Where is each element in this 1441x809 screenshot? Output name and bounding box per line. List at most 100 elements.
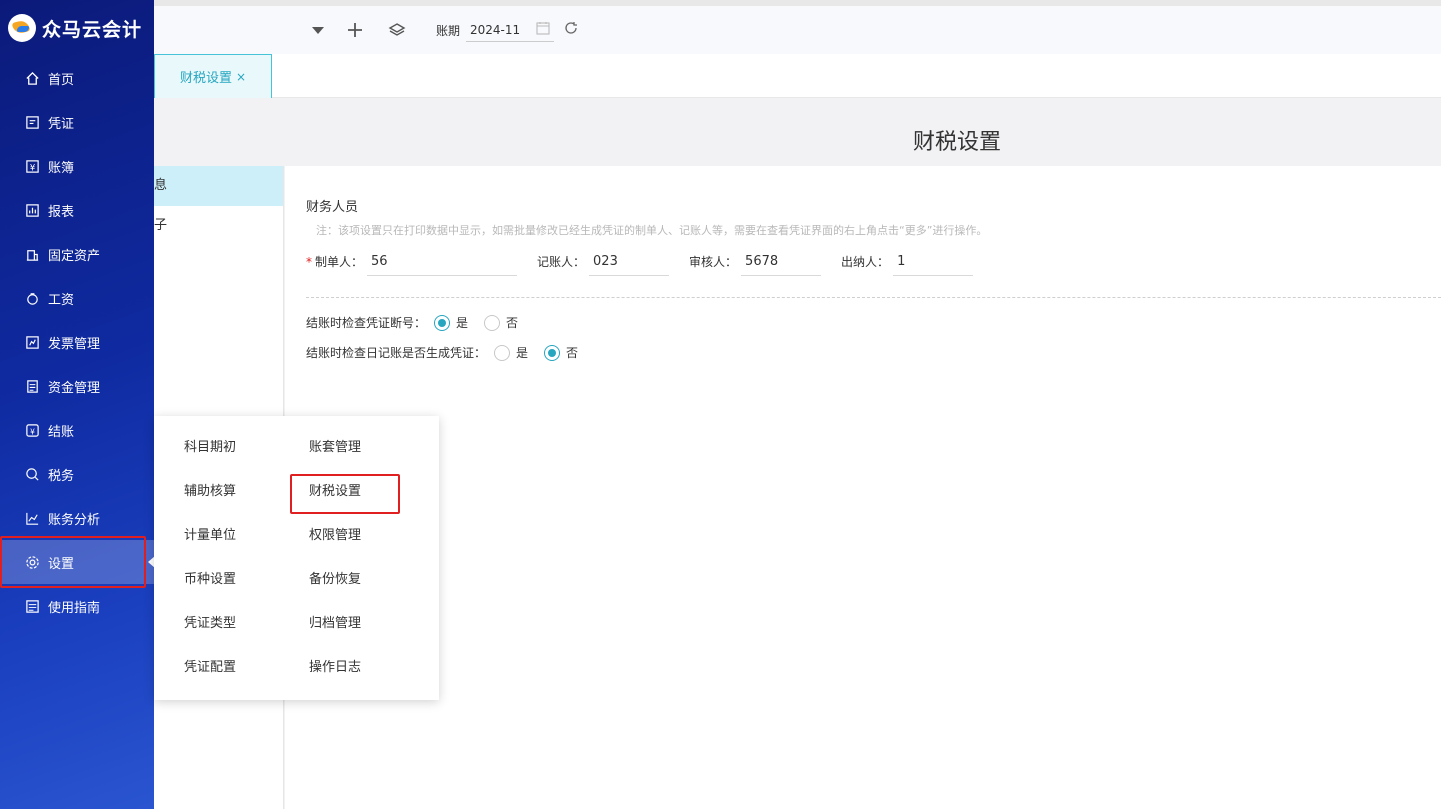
sidebar-item-label: 固定资产 xyxy=(48,248,101,264)
submenu-column-1: 科目期初 辅助核算 计量单位 币种设置 凭证类型 凭证配置 xyxy=(184,426,236,690)
sidebar-item-home[interactable]: 首页 xyxy=(0,56,154,100)
svg-text:¥: ¥ xyxy=(29,162,35,172)
radio-checked-icon xyxy=(544,344,561,361)
svg-text:¥: ¥ xyxy=(30,427,35,436)
sidebar-item-voucher[interactable]: 凭证 xyxy=(0,100,154,144)
sidebar-item-salary[interactable]: 工资 xyxy=(0,276,154,320)
sidebar-item-guide[interactable]: 使用指南 xyxy=(0,584,154,628)
menu-item-voucher-type[interactable]: 凭证类型 xyxy=(184,602,236,646)
bookkeeper-label: 记账人： xyxy=(537,255,586,269)
menu-item-voucher-config[interactable]: 凭证配置 xyxy=(184,646,236,690)
sidebar-item-label: 结账 xyxy=(48,424,75,440)
settings-highlight-box xyxy=(0,536,146,588)
analysis-icon xyxy=(24,510,40,526)
radio-yes[interactable]: 是 xyxy=(434,314,468,331)
menu-item-unit-of-measure[interactable]: 计量单位 xyxy=(184,514,236,558)
ledger-icon: ¥ xyxy=(24,158,40,174)
option-label: 结账时检查日记账是否生成凭证： xyxy=(306,346,487,360)
sidebar-item-label: 发票管理 xyxy=(48,336,101,352)
report-icon xyxy=(24,202,40,218)
sidebar-item-label: 资金管理 xyxy=(48,380,101,396)
maker-input[interactable]: 56 xyxy=(367,250,518,276)
sidebar-item-label: 工资 xyxy=(48,292,75,308)
sidebar-item-ledger[interactable]: ¥ 账簿 xyxy=(0,144,154,188)
menu-item-archive-management[interactable]: 归档管理 xyxy=(309,602,361,646)
account-book-select[interactable] xyxy=(154,6,324,54)
home-icon xyxy=(24,70,40,86)
sidebar-item-label: 凭证 xyxy=(48,116,75,132)
calendar-icon[interactable] xyxy=(536,21,550,38)
sidebar-item-label: 首页 xyxy=(48,72,75,88)
sidebar-item-label: 使用指南 xyxy=(48,600,101,616)
sidebar-item-label: 账簿 xyxy=(48,160,75,176)
settings-submenu: 科目期初 辅助核算 计量单位 币种设置 凭证类型 凭证配置 账套管理 财税设置 … xyxy=(154,416,439,700)
radio-unchecked-icon xyxy=(484,314,501,331)
finance-people-row: * 制单人： 56 记账人： 023 审核人： 5678 出纳人： 1 xyxy=(306,250,993,276)
close-icon[interactable]: × xyxy=(236,70,246,84)
tab-finance-tax-settings[interactable]: 财税设置 × xyxy=(154,54,272,98)
section-divider xyxy=(306,297,1441,298)
guide-icon xyxy=(24,598,40,614)
period-picker[interactable]: 2024-11 xyxy=(466,18,555,42)
logo-icon xyxy=(8,14,36,42)
asset-icon xyxy=(24,246,40,262)
maker-field: * 制单人： 56 xyxy=(306,250,518,276)
radio-no[interactable]: 否 xyxy=(484,314,518,331)
auditor-label: 审核人： xyxy=(689,255,738,269)
invoice-icon xyxy=(24,334,40,350)
menu-item-auxiliary-accounting[interactable]: 辅助核算 xyxy=(184,470,236,514)
auditor-input[interactable]: 5678 xyxy=(741,250,822,276)
auditor-field: 审核人： 5678 xyxy=(689,250,822,276)
finance-tax-highlight-box xyxy=(290,474,400,514)
sidebar-item-analysis[interactable]: 账务分析 xyxy=(0,496,154,540)
left-panel-item[interactable]: 子 xyxy=(154,206,283,246)
left-panel-item[interactable]: 息 xyxy=(154,166,283,206)
add-icon[interactable] xyxy=(344,19,366,41)
sidebar-item-invoice[interactable]: 发票管理 xyxy=(0,320,154,364)
layers-icon[interactable] xyxy=(386,19,408,41)
menu-item-permission-management[interactable]: 权限管理 xyxy=(309,514,361,558)
settings-main-panel: 财务人员 注：该项设置只在打印数据中显示，如需批量修改已经生成凭证的制单人、记账… xyxy=(285,166,1441,809)
period-value: 2024-11 xyxy=(470,22,521,37)
refresh-icon[interactable] xyxy=(564,21,578,39)
app-name: 众马云会计 xyxy=(42,18,143,41)
page-title: 财税设置 xyxy=(912,130,1001,155)
sidebar-nav: 首页 凭证 ¥ 账簿 报表 固定资产 工资 发票管理 资金管理 ¥ 结账 税务 … xyxy=(0,56,155,628)
chevron-down-icon xyxy=(312,27,324,34)
app-logo[interactable]: 众马云会计 xyxy=(0,0,154,56)
finance-people-title: 财务人员 xyxy=(306,200,359,215)
cashier-input[interactable]: 1 xyxy=(893,250,974,276)
fund-icon xyxy=(24,378,40,394)
top-toolbar: 账期 2024-11 xyxy=(154,6,1441,54)
menu-item-operation-log[interactable]: 操作日志 xyxy=(309,646,361,690)
bookkeeper-field: 记账人： 023 xyxy=(537,250,670,276)
salary-icon xyxy=(24,290,40,306)
bookkeeper-input[interactable]: 023 xyxy=(589,250,670,276)
voucher-icon xyxy=(24,114,40,130)
sidebar-item-closing[interactable]: ¥ 结账 xyxy=(0,408,154,452)
menu-item-account-book-management[interactable]: 账套管理 xyxy=(309,426,361,470)
tab-bar: 财税设置 × xyxy=(154,54,1441,98)
sidebar-item-settings[interactable]: 设置 xyxy=(0,536,155,588)
menu-item-subject-opening[interactable]: 科目期初 xyxy=(184,426,236,470)
sidebar: 众马云会计 首页 凭证 ¥ 账簿 报表 固定资产 工资 发票管理 资金管理 ¥ … xyxy=(0,0,155,809)
required-mark: * xyxy=(306,255,312,269)
sidebar-item-label: 报表 xyxy=(48,204,75,220)
sidebar-item-fixed-assets[interactable]: 固定资产 xyxy=(0,232,154,276)
submenu-column-2: 账套管理 财税设置 权限管理 备份恢复 归档管理 操作日志 xyxy=(309,426,361,690)
sidebar-item-label: 账务分析 xyxy=(48,512,101,528)
sidebar-item-fund[interactable]: 资金管理 xyxy=(0,364,154,408)
sidebar-item-report[interactable]: 报表 xyxy=(0,188,154,232)
tax-icon xyxy=(24,466,40,482)
check-journal-voucher-option: 结账时检查日记账是否生成凭证： 是 否 xyxy=(306,344,578,361)
option-label: 结账时检查凭证断号： xyxy=(306,316,427,330)
sidebar-item-tax[interactable]: 税务 xyxy=(0,452,154,496)
radio-no[interactable]: 否 xyxy=(544,344,578,361)
maker-label: 制单人： xyxy=(315,255,364,269)
menu-item-currency-settings[interactable]: 币种设置 xyxy=(184,558,236,602)
sidebar-item-label: 税务 xyxy=(48,468,75,484)
closing-icon: ¥ xyxy=(24,422,40,438)
menu-item-backup-restore[interactable]: 备份恢复 xyxy=(309,558,361,602)
finance-people-note: 注：该项设置只在打印数据中显示，如需批量修改已经生成凭证的制单人、记账人等，需要… xyxy=(316,224,988,237)
radio-yes[interactable]: 是 xyxy=(494,344,528,361)
